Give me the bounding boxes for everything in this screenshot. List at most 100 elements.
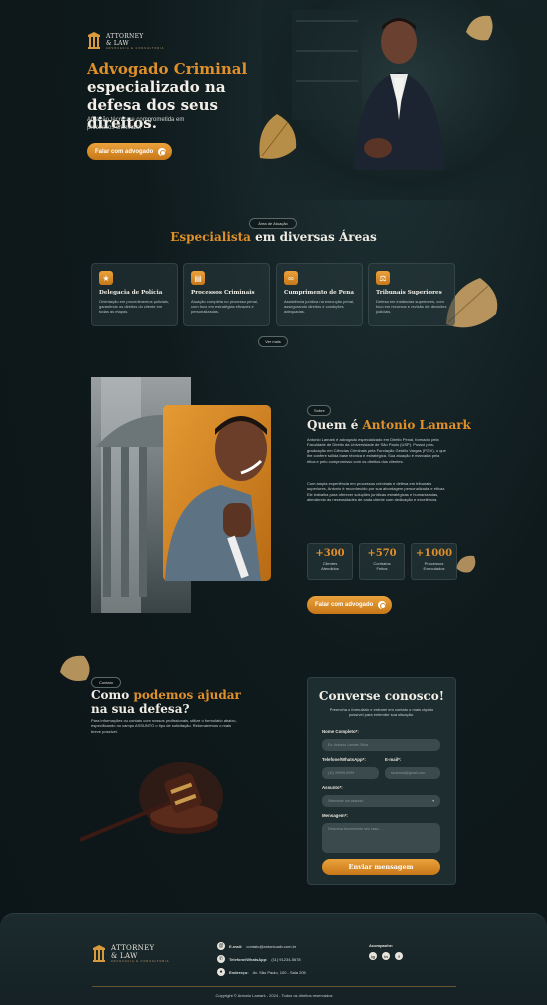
area-card-text: Assistência jurídica na execução penal, …	[284, 299, 355, 314]
phone-label: Telefone/WhatsApp*:	[322, 757, 366, 762]
message-label: Mensagem*:	[322, 813, 348, 818]
stat-number: +300	[315, 548, 345, 559]
brand-logo[interactable]: ATTORNEY & LAW ADVOCACIA E CONSULTORIA	[87, 32, 164, 50]
name-input[interactable]: Ex: Antonio Lamark Silva	[322, 739, 440, 751]
footer: ATTORNEY & LAW ADVOCACIA E CONSULTORIA @…	[0, 913, 547, 1005]
scales-logo-icon	[92, 944, 106, 963]
area-card-text: Defesa em instâncias superiores, com foc…	[376, 299, 447, 314]
area-card-title: Delegacia de Polícia	[99, 290, 163, 296]
footer-social-title: Acompanhe:	[369, 943, 394, 948]
brand-tagline: ADVOCACIA E CONSULTORIA	[111, 960, 170, 963]
stat-number: +570	[367, 548, 397, 559]
form-title: Converse conosco!	[318, 689, 445, 703]
page: ATTORNEY & LAW ADVOCACIA E CONSULTORIA A…	[0, 0, 547, 1005]
chevron-down-icon: ▾	[432, 799, 434, 803]
brand-name-line2: & LAW	[111, 952, 138, 960]
footer-address-value: Av. São Paulo, 100 - Sala 205	[252, 969, 306, 975]
about-title-accent: Antonio Lamark	[362, 418, 471, 432]
stat-processos: +1000 Processos Executados	[411, 543, 457, 580]
footer-divider	[92, 986, 456, 987]
stat-label: Contratos Feitos	[373, 561, 391, 571]
area-card-title: Processos Criminais	[191, 290, 255, 296]
footer-email[interactable]: @ E-mail: contato@antonioadv.com.br	[217, 942, 296, 950]
whatsapp-icon	[158, 147, 167, 156]
subject-label: Assunto*:	[322, 785, 343, 790]
area-card-title: Tribunais Superiores	[376, 290, 442, 296]
submit-button[interactable]: Enviar mensagem	[322, 859, 440, 875]
email-icon: @	[217, 942, 225, 950]
phone-input[interactable]: (11) 99999-9999	[322, 767, 379, 779]
leaf-decoration-icon	[60, 655, 90, 681]
contact-title-pre: Como	[91, 688, 134, 702]
facebook-icon[interactable]: f	[395, 952, 403, 960]
area-card-processos[interactable]: ▤ Processos Criminais Atuação completa n…	[183, 263, 270, 326]
area-card-text: Orientação em procedimentos policiais, g…	[99, 299, 170, 314]
subject-select-value: Selecione um assunto	[328, 799, 364, 803]
area-card-cumprimento[interactable]: ∞ Cumprimento de Pena Assistência jurídi…	[276, 263, 363, 326]
message-textarea[interactable]: Descreva brevemente seu caso...	[322, 823, 440, 853]
linkedin-icon[interactable]: in	[382, 952, 390, 960]
hero-subtitle: Atuação técnica e comprometida em proces…	[87, 117, 185, 131]
about-title: Quem é Antonio Lamark	[307, 418, 471, 432]
footer-address-label: Endereço:	[229, 969, 249, 975]
stat-number: +1000	[415, 548, 453, 559]
scales-logo-icon	[87, 32, 101, 50]
stat-clientes: +300 Clientes Atendidos	[307, 543, 353, 580]
police-badge-icon: ★	[99, 271, 113, 285]
hero-photo	[262, 0, 547, 200]
footer-email-value: contato@antonioadv.com.br	[246, 943, 297, 949]
footer-phone[interactable]: ✆ Telefone/WhatsApp: (11) 91234-5678	[217, 955, 301, 963]
about-pill: Sobre	[307, 405, 331, 416]
area-card-delegacia[interactable]: ★ Delegacia de Polícia Orientação em pro…	[91, 263, 178, 326]
brand-name-line1: ATTORNEY	[106, 32, 144, 40]
name-label: Nome Completo*:	[322, 729, 359, 734]
leaf-decoration-icon	[466, 15, 493, 41]
stat-label: Processos Executados	[423, 561, 445, 571]
about-cta-label: Falar com advogado	[315, 602, 374, 608]
about-cta-button[interactable]: Falar com advogado	[307, 596, 393, 614]
stat-label: Clientes Atendidos	[321, 561, 339, 571]
footer-copyright: Copyright © Antonio Lamark - 2024 - Todo…	[215, 993, 333, 998]
handcuffs-icon: ∞	[284, 271, 298, 285]
areas-title: Especialista em diversas Áreas	[150, 230, 397, 244]
about-paragraph-2: Com ampla experiência em processos crimi…	[307, 481, 446, 503]
leaf-decoration-icon	[456, 555, 476, 573]
footer-address: ● Endereço: Av. São Paulo, 100 - Sala 20…	[217, 968, 306, 976]
gavel-image	[79, 762, 223, 842]
area-card-title: Cumprimento de Pena	[284, 290, 354, 296]
hero-cta-button[interactable]: Falar com advogado	[87, 143, 173, 160]
contact-pill: Contato	[91, 677, 121, 688]
about-image	[91, 377, 271, 613]
area-card-text: Atuação completa no processo penal, com …	[191, 299, 258, 314]
hero-cta-label: Falar com advogado	[95, 148, 154, 155]
areas-title-rest: em diversas Áreas	[250, 230, 377, 244]
document-icon: ▤	[191, 271, 205, 285]
instagram-icon[interactable]: ig	[369, 952, 377, 960]
areas-pill: Área de Atuação	[249, 218, 297, 229]
form-subtitle: Preencha o formulário e entrarei em cont…	[329, 707, 434, 718]
contact-title: Como podemos ajudar na sua defesa?	[91, 688, 241, 716]
subject-select[interactable]: Selecione um assunto ▾	[322, 795, 440, 807]
contact-form: Converse conosco! Preencha o formulário …	[307, 677, 456, 885]
location-pin-icon: ●	[217, 968, 225, 976]
brand-name-line1: ATTORNEY	[111, 944, 155, 952]
footer-brand-logo[interactable]: ATTORNEY & LAW ADVOCACIA E CONSULTORIA	[92, 944, 169, 963]
about-title-pre: Quem é	[307, 418, 363, 432]
areas-more-button[interactable]: Ver mais	[258, 336, 288, 347]
contact-text: Para informações ou contato com nossos p…	[91, 718, 237, 734]
whatsapp-icon	[378, 601, 387, 609]
area-card-tribunais[interactable]: ⚖ Tribunais Superiores Defesa em instânc…	[368, 263, 455, 326]
footer-phone-value: (11) 91234-5678	[271, 956, 301, 962]
footer-socials: ig in f	[369, 952, 403, 960]
gavel-icon: ⚖	[376, 271, 390, 285]
contact-title-accent: podemos ajudar	[133, 688, 241, 702]
brand-tagline: ADVOCACIA E CONSULTORIA	[106, 46, 165, 50]
email-label: E-mail*:	[385, 757, 402, 762]
email-input[interactable]: seuemail@gmail.com	[385, 767, 440, 779]
about-paragraph-1: Antonio Lamark é advogado especializado …	[307, 437, 446, 464]
contact-title-post: na sua defesa?	[91, 702, 190, 716]
footer-phone-label: Telefone/WhatsApp:	[229, 956, 268, 962]
hero-title-accent: Advogado Criminal	[87, 60, 248, 78]
footer-email-label: E-mail:	[229, 943, 243, 949]
brand-name-line2: & LAW	[106, 39, 129, 47]
